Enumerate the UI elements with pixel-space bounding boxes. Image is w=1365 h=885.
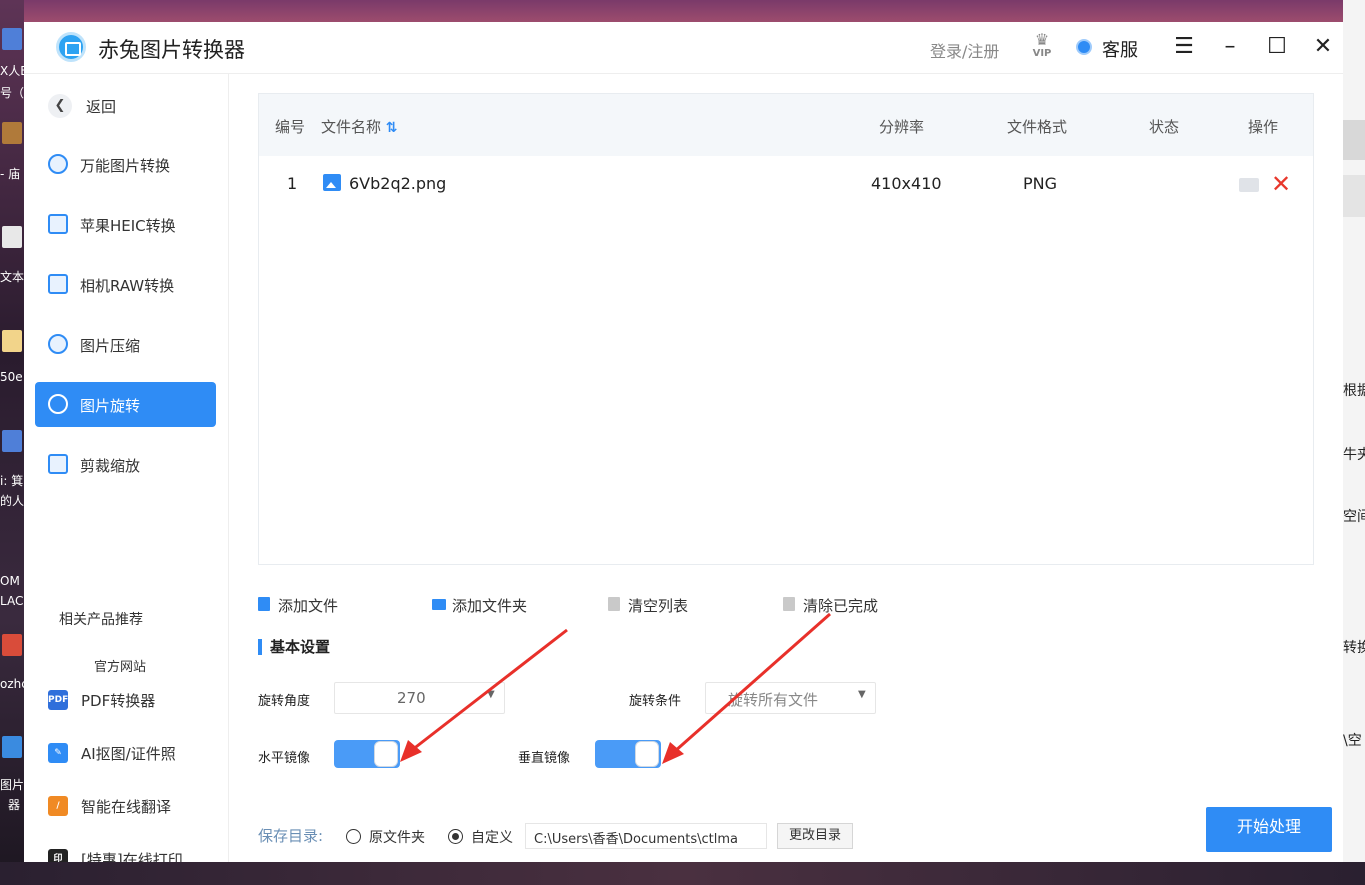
desktop-label: - 庙 (0, 167, 21, 181)
radio-label: 自定义 (471, 830, 513, 846)
background-text: 空间 (1343, 509, 1365, 525)
desktop-image-icon[interactable] (2, 122, 22, 144)
desktop-word-icon[interactable] (2, 28, 22, 50)
desktop-label: 的人 (0, 494, 24, 508)
desktop-label: 图片 (0, 778, 24, 792)
save-directory-label: 保存目录: (258, 827, 324, 845)
desktop-folder-icon[interactable] (2, 330, 22, 352)
desktop-bottom-strip (0, 862, 1365, 885)
radio-label: 原文件夹 (369, 830, 425, 846)
radio-dot (346, 829, 361, 844)
app-window: 赤兔图片转换器 登录/注册 ♛ VIP 客服 ☰ – ☐ ✕ ❮ 返回 万能图片转… (24, 22, 1343, 862)
desktop-label: LAC (0, 594, 24, 608)
background-text: \空 (1343, 733, 1362, 749)
background-text: 牛夹 (1343, 447, 1365, 463)
desktop-label: ozhc (0, 677, 24, 691)
desktop-archive-icon[interactable] (2, 634, 22, 656)
desktop-app-icon[interactable] (2, 736, 22, 758)
desktop-label: X人E (0, 64, 24, 78)
desktop-label: i: 箕 (0, 474, 24, 488)
desktop-label: 文本 (0, 270, 24, 284)
desktop-text-icon[interactable] (2, 226, 22, 248)
background-text: 转换 (1343, 640, 1365, 656)
desktop-left-strip: X人E 号（i - 庙 文本 50e i: 箕 的人 OM LAC ozhc 图… (0, 0, 24, 885)
desktop-label: 号（i (0, 86, 24, 100)
background-window-strip: 根据 牛夹 空间 转换 \空 (1343, 0, 1365, 885)
radio-dot (448, 829, 463, 844)
desktop-label: 50e (0, 370, 23, 384)
start-process-button[interactable]: 开始处理 (1206, 807, 1332, 852)
desktop-label: 器 (8, 798, 21, 812)
arrow-vertical-mirror-annotation (662, 612, 831, 764)
desktop-label: OM (0, 574, 20, 588)
save-path-input[interactable]: C:\Users\香香\Documents\ctlma (525, 823, 767, 849)
arrow-horizontal-mirror-annotation (400, 628, 568, 762)
background-text: 根据 (1343, 383, 1365, 399)
annotation-arrows (400, 612, 831, 764)
desktop-word-icon[interactable] (2, 430, 22, 452)
change-directory-button[interactable]: 更改目录 (777, 823, 853, 849)
